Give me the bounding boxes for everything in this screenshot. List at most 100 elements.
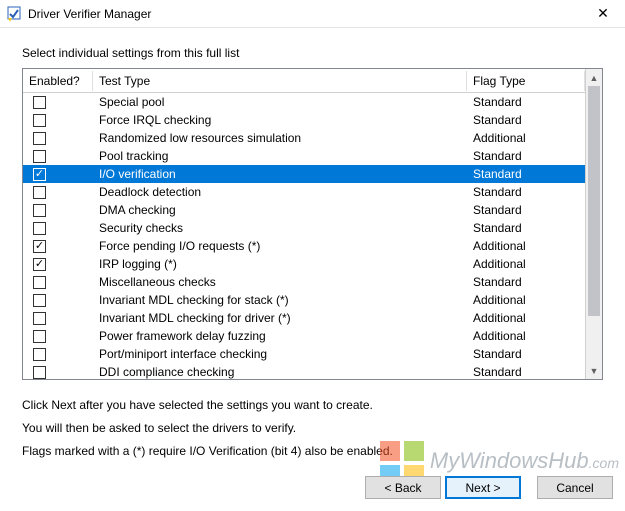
- table-row[interactable]: Force IRQL checkingStandard: [23, 111, 585, 129]
- row-enabled-cell: ✓: [23, 240, 93, 253]
- window-title: Driver Verifier Manager: [28, 7, 581, 21]
- row-test-type: Miscellaneous checks: [93, 275, 467, 289]
- row-enabled-cell: [23, 312, 93, 325]
- row-checkbox[interactable]: [33, 204, 46, 217]
- row-checkbox[interactable]: [33, 312, 46, 325]
- table-row[interactable]: ✓IRP logging (*)Additional: [23, 255, 585, 273]
- next-button[interactable]: Next >: [445, 476, 521, 499]
- table-row[interactable]: Security checksStandard: [23, 219, 585, 237]
- table-row[interactable]: Power framework delay fuzzingAdditional: [23, 327, 585, 345]
- app-icon: [6, 6, 22, 22]
- help-line-2: You will then be asked to select the dri…: [22, 417, 603, 440]
- row-test-type: Invariant MDL checking for driver (*): [93, 311, 467, 325]
- row-checkbox[interactable]: [33, 366, 46, 379]
- table-row[interactable]: Invariant MDL checking for driver (*)Add…: [23, 309, 585, 327]
- table-row[interactable]: Special poolStandard: [23, 93, 585, 111]
- header-test-type[interactable]: Test Type: [93, 71, 467, 91]
- row-enabled-cell: [23, 348, 93, 361]
- row-checkbox[interactable]: ✓: [33, 258, 46, 271]
- table-row[interactable]: DDI compliance checkingStandard: [23, 363, 585, 379]
- table-row[interactable]: Port/miniport interface checkingStandard: [23, 345, 585, 363]
- row-flag-type: Additional: [467, 311, 585, 325]
- scrollbar[interactable]: ▲ ▼: [585, 69, 602, 379]
- settings-grid: Enabled? Test Type Flag Type Special poo…: [23, 69, 585, 379]
- wizard-footer: < Back Next > Cancel: [361, 476, 613, 499]
- row-flag-type: Standard: [467, 167, 585, 181]
- row-flag-type: Standard: [467, 275, 585, 289]
- help-line-1: Click Next after you have selected the s…: [22, 394, 603, 417]
- row-flag-type: Standard: [467, 149, 585, 163]
- row-enabled-cell: [23, 330, 93, 343]
- header-flag-type[interactable]: Flag Type: [467, 71, 585, 91]
- row-flag-type: Additional: [467, 293, 585, 307]
- row-checkbox[interactable]: [33, 294, 46, 307]
- scroll-thumb[interactable]: [588, 86, 600, 316]
- row-test-type: Pool tracking: [93, 149, 467, 163]
- row-enabled-cell: ✓: [23, 258, 93, 271]
- row-test-type: Force pending I/O requests (*): [93, 239, 467, 253]
- table-row[interactable]: Pool trackingStandard: [23, 147, 585, 165]
- table-row[interactable]: ✓I/O verificationStandard: [23, 165, 585, 183]
- table-row[interactable]: DMA checkingStandard: [23, 201, 585, 219]
- row-checkbox[interactable]: [33, 186, 46, 199]
- row-checkbox[interactable]: [33, 150, 46, 163]
- row-test-type: Security checks: [93, 221, 467, 235]
- row-test-type: DMA checking: [93, 203, 467, 217]
- row-checkbox[interactable]: [33, 114, 46, 127]
- close-button[interactable]: ✕: [581, 0, 625, 28]
- chevron-down-icon: ▼: [590, 366, 599, 376]
- row-enabled-cell: ✓: [23, 168, 93, 181]
- row-test-type: Special pool: [93, 95, 467, 109]
- table-row[interactable]: Randomized low resources simulationAddit…: [23, 129, 585, 147]
- row-flag-type: Standard: [467, 95, 585, 109]
- row-test-type: Force IRQL checking: [93, 113, 467, 127]
- row-flag-type: Additional: [467, 257, 585, 271]
- wizard-content: Select individual settings from this ful…: [0, 28, 625, 462]
- row-checkbox[interactable]: [33, 132, 46, 145]
- row-checkbox[interactable]: [33, 222, 46, 235]
- row-flag-type: Additional: [467, 329, 585, 343]
- header-enabled[interactable]: Enabled?: [23, 71, 93, 91]
- scroll-up-button[interactable]: ▲: [586, 69, 602, 86]
- help-text: Click Next after you have selected the s…: [22, 394, 603, 462]
- row-enabled-cell: [23, 222, 93, 235]
- settings-body: Special poolStandardForce IRQL checkingS…: [23, 93, 585, 379]
- table-row[interactable]: Invariant MDL checking for stack (*)Addi…: [23, 291, 585, 309]
- table-row[interactable]: Miscellaneous checksStandard: [23, 273, 585, 291]
- row-checkbox[interactable]: [33, 330, 46, 343]
- row-test-type: Invariant MDL checking for stack (*): [93, 293, 467, 307]
- row-checkbox[interactable]: [33, 276, 46, 289]
- row-flag-type: Standard: [467, 113, 585, 127]
- row-enabled-cell: [23, 96, 93, 109]
- help-line-3: Flags marked with a (*) require I/O Veri…: [22, 440, 603, 463]
- row-flag-type: Standard: [467, 347, 585, 361]
- row-enabled-cell: [23, 132, 93, 145]
- settings-list: Enabled? Test Type Flag Type Special poo…: [22, 68, 603, 380]
- row-checkbox[interactable]: ✓: [33, 168, 46, 181]
- row-checkbox[interactable]: [33, 96, 46, 109]
- row-flag-type: Additional: [467, 239, 585, 253]
- row-enabled-cell: [23, 276, 93, 289]
- table-row[interactable]: Deadlock detectionStandard: [23, 183, 585, 201]
- row-checkbox[interactable]: ✓: [33, 240, 46, 253]
- row-checkbox[interactable]: [33, 348, 46, 361]
- chevron-up-icon: ▲: [590, 73, 599, 83]
- cancel-button[interactable]: Cancel: [537, 476, 613, 499]
- row-enabled-cell: [23, 150, 93, 163]
- row-flag-type: Standard: [467, 365, 585, 379]
- row-enabled-cell: [23, 204, 93, 217]
- row-flag-type: Additional: [467, 131, 585, 145]
- row-test-type: Port/miniport interface checking: [93, 347, 467, 361]
- instruction-text: Select individual settings from this ful…: [22, 46, 603, 60]
- row-enabled-cell: [23, 366, 93, 379]
- table-row[interactable]: ✓ Force pending I/O requests (*)Additiona…: [23, 237, 585, 255]
- row-flag-type: Standard: [467, 185, 585, 199]
- settings-header-row: Enabled? Test Type Flag Type: [23, 69, 585, 93]
- row-test-type: Deadlock detection: [93, 185, 467, 199]
- scroll-down-button[interactable]: ▼: [586, 362, 602, 379]
- back-button[interactable]: < Back: [365, 476, 441, 499]
- scroll-track[interactable]: [586, 86, 602, 362]
- row-test-type: Randomized low resources simulation: [93, 131, 467, 145]
- close-icon: ✕: [597, 5, 609, 22]
- row-enabled-cell: [23, 186, 93, 199]
